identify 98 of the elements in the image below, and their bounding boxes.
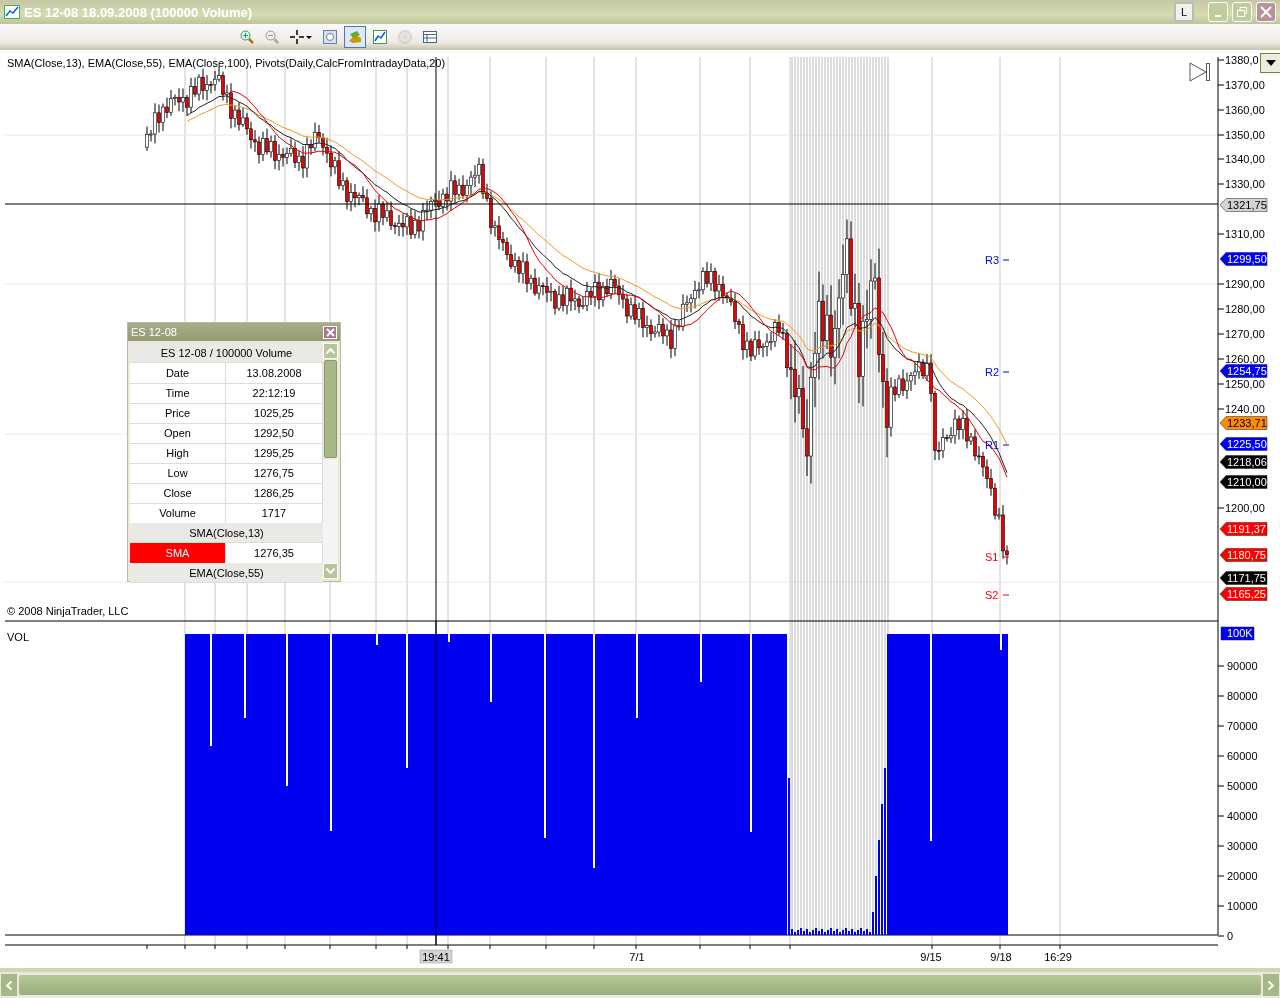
axis-label: 1340,00: [1225, 153, 1265, 165]
scroll-up-button[interactable]: [323, 343, 338, 359]
axis-label: 1330,00: [1225, 178, 1265, 190]
axis-label: 40000: [1227, 810, 1258, 822]
table-cell: Price: [130, 403, 226, 424]
minimize-button[interactable]: [1208, 2, 1228, 22]
crosshair-time-marker: 19:41: [419, 949, 453, 964]
time-label: 16:29: [1044, 951, 1072, 963]
pivot-line: [1002, 594, 1010, 596]
table-cell: Date: [130, 363, 226, 384]
axis-label: 90000: [1227, 660, 1258, 672]
section-header: EMA(Close,55): [130, 563, 323, 583]
axis-label: 70000: [1227, 720, 1258, 732]
price-label: 1191,37: [1227, 523, 1266, 535]
table-cell: Close: [130, 483, 226, 504]
axis-label: 60000: [1227, 750, 1258, 762]
volume-marker: 100K: [1220, 626, 1255, 641]
pivot-label: R2: [985, 366, 1000, 378]
axis-label: 1370,00: [1225, 79, 1265, 91]
zoom-in-icon: [239, 29, 255, 45]
axis-label: 1240,00: [1225, 403, 1265, 415]
close-button[interactable]: [1256, 2, 1276, 22]
scrollbar[interactable]: [323, 343, 338, 579]
caret-icon: [1265, 60, 1276, 66]
price-label: 1254,75: [1227, 365, 1267, 377]
pivot-label: S1: [985, 551, 999, 563]
chart-icon: [4, 5, 20, 19]
table-cell: 22:12:19: [226, 383, 323, 404]
close-icon: [325, 327, 335, 337]
scroll-right-button[interactable]: [1263, 974, 1279, 996]
axis-label: 1380,0: [1225, 54, 1259, 66]
data-box-button[interactable]: [344, 26, 366, 48]
axis-label: 0: [1227, 930, 1234, 942]
pivot-line: [1002, 444, 1010, 446]
restore-icon: [1236, 6, 1248, 18]
time-label: 9/15: [920, 951, 942, 963]
section-header: SMA(Close,13): [130, 523, 323, 543]
axis-label: 1310,00: [1225, 228, 1265, 240]
pivot-line: [1002, 259, 1010, 261]
axis-label: 1250,00: [1225, 378, 1265, 390]
axis-label: 80000: [1227, 690, 1258, 702]
pivot-line: [1002, 556, 1010, 558]
data-box-icon: [347, 29, 363, 45]
time-label: 9/18: [990, 951, 1012, 963]
dropdown-button[interactable]: [1260, 53, 1280, 73]
axis-label: 1290,00: [1225, 278, 1265, 290]
axis-label: 1350,00: [1225, 129, 1265, 141]
axis-label: 1260,00: [1225, 353, 1265, 365]
price-label: 1165,25: [1227, 588, 1266, 600]
time-label: 7/1: [629, 951, 645, 963]
price-label: 1180,75: [1227, 549, 1266, 561]
price-label: 1171,75: [1227, 572, 1266, 584]
crosshair-icon: [289, 29, 313, 45]
last-bar-icon: [1189, 62, 1210, 82]
restore-button[interactable]: [1232, 2, 1252, 22]
pivot-label: S2: [985, 589, 999, 601]
axis-label: 1270,00: [1225, 328, 1265, 340]
axis-label: 10000: [1227, 900, 1258, 912]
scroll-down-button[interactable]: [323, 563, 338, 579]
scroll-left-button[interactable]: [1, 974, 17, 996]
axis-label: 30000: [1227, 840, 1258, 852]
table-cell: SMA: [130, 543, 226, 564]
table-icon: [422, 29, 438, 45]
axis-label: 1360,00: [1225, 104, 1265, 116]
table-cell: Time: [130, 383, 226, 404]
price-label: 1299,50: [1227, 253, 1267, 265]
table-cell: 13.08.2008: [226, 363, 323, 384]
window-title: ES 12-08 18.09.2008 (100000 Volume): [24, 4, 253, 20]
properties-icon: [322, 29, 338, 45]
pivot-line: [1002, 371, 1010, 373]
pane-title: VOL: [7, 631, 29, 643]
chart-icon: [372, 29, 388, 45]
close-icon: [1260, 6, 1272, 18]
pivot-label: R3: [985, 254, 1000, 266]
axis-label: 1280,00: [1225, 303, 1265, 315]
table-cell: 1292,50: [226, 423, 323, 444]
axis-label: 1200,00: [1225, 502, 1265, 514]
panel-title: ES 12-08: [131, 326, 177, 338]
link-button[interactable]: L: [1174, 2, 1194, 22]
close-button[interactable]: [323, 325, 337, 339]
table-header: ES 12-08 / 100000 Volume: [130, 343, 323, 363]
table-cell: Low: [130, 463, 226, 484]
table-cell: 1295,25: [226, 443, 323, 464]
coin-icon: [397, 29, 413, 45]
indicator-label: SMA(Close,13), EMA(Close,55), EMA(Close,100), Pivots(Daily,CalcFromIntradayData,20): [7, 57, 446, 69]
zoom-out-icon: [264, 29, 280, 45]
axis-label: 50000: [1227, 780, 1258, 792]
table-cell: Open: [130, 423, 226, 444]
table-cell: 1025,25: [226, 403, 323, 424]
price-label: 1210,00: [1227, 476, 1267, 488]
axis-label: 20000: [1227, 870, 1258, 882]
price-label: 1321,75: [1227, 199, 1267, 211]
minimize-icon: [1215, 15, 1221, 17]
table-cell: High: [130, 443, 226, 464]
price-label: 1218,06: [1227, 456, 1267, 468]
price-label: 1233,71: [1227, 417, 1267, 429]
copyright-text: © 2008 NinjaTrader, LLC: [7, 605, 129, 617]
price-label: 1225,50: [1227, 438, 1267, 450]
